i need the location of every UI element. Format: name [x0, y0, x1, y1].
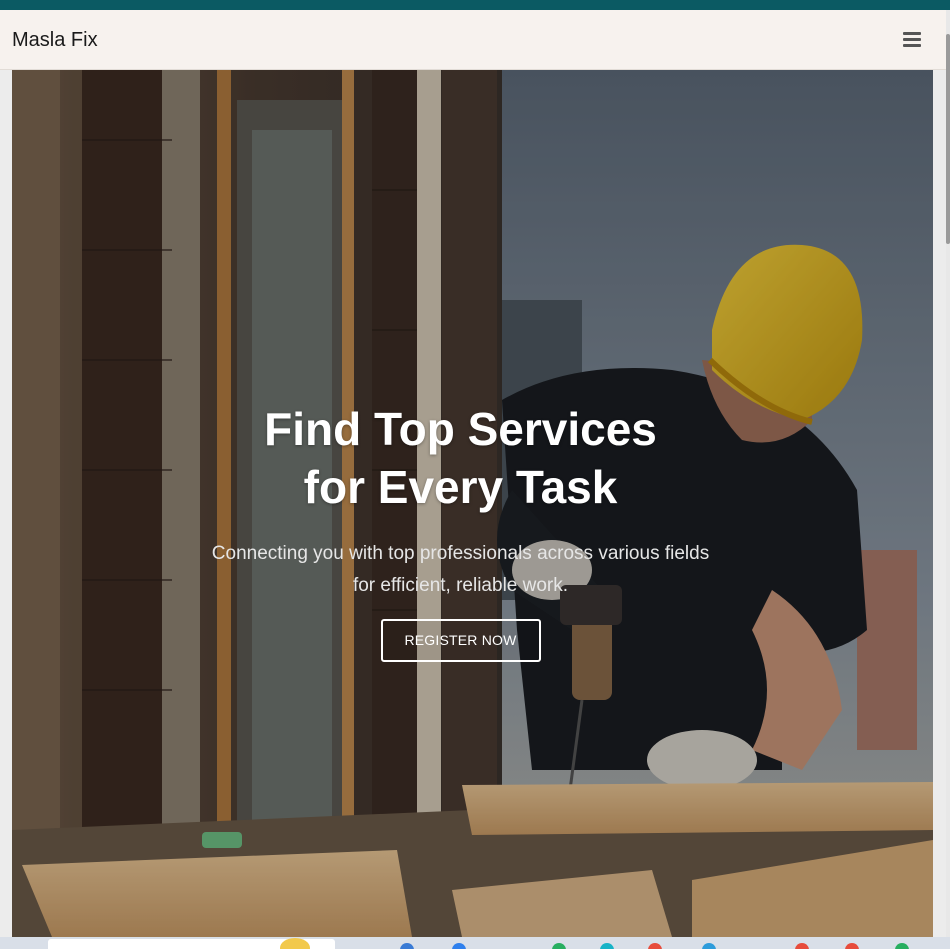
app-icon[interactable]	[702, 943, 716, 949]
store-icon[interactable]	[600, 943, 614, 949]
hero-title-line1: Find Top Services	[264, 403, 657, 455]
edge-icon[interactable]	[552, 943, 566, 949]
browser-icon[interactable]	[400, 943, 414, 949]
hamburger-menu-icon[interactable]	[900, 30, 924, 50]
left-gutter	[0, 70, 12, 937]
hero-subtitle: Connecting you with top professionals ac…	[211, 543, 710, 596]
window-top-strip	[0, 0, 950, 10]
right-gutter	[933, 70, 946, 937]
hero-title-line2: for Every Task	[303, 461, 618, 513]
chrome-icon[interactable]	[648, 943, 662, 949]
hero-section: Find Top Services for Every Task Connect…	[12, 70, 933, 937]
hero-content: Find Top Services for Every Task Connect…	[162, 400, 759, 662]
app-icon[interactable]	[845, 943, 859, 949]
page-scrollbar[interactable]	[946, 10, 950, 937]
brand-logo[interactable]: Masla Fix	[12, 29, 98, 51]
os-taskbar	[0, 937, 950, 949]
app-icon[interactable]	[795, 943, 809, 949]
scrollbar-thumb[interactable]	[946, 34, 950, 244]
hero-title: Find Top Services for Every Task	[162, 400, 759, 516]
register-now-button[interactable]: REGISTER NOW	[380, 619, 541, 662]
app-icon[interactable]	[895, 943, 909, 949]
file-explorer-icon[interactable]	[452, 943, 466, 949]
navbar: Masla Fix	[0, 10, 946, 70]
